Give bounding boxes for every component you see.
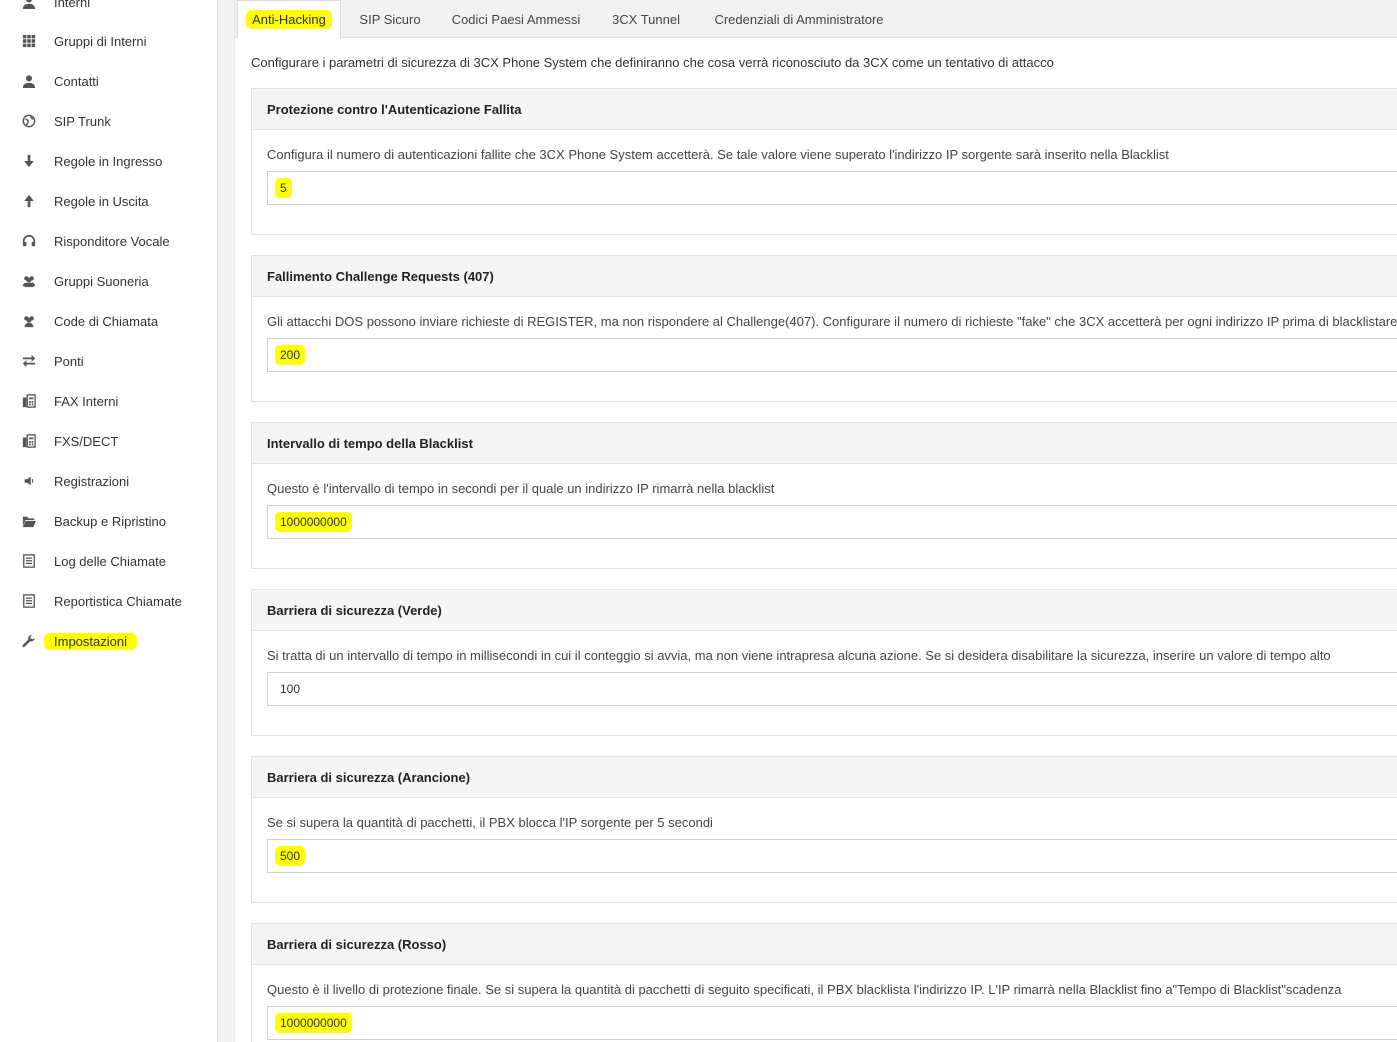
fax-icon (21, 433, 37, 449)
sidebar-item-label: Code di Chiamata (54, 313, 159, 329)
sidebar-item-registrazioni[interactable]: Registrazioni (0, 461, 218, 501)
headset-icon (21, 233, 37, 249)
panel-challenge-requests: Fallimento Challenge Requests (407) Gli … (251, 255, 1397, 402)
panel-description: Questo è il livello di protezione finale… (267, 982, 1342, 997)
user-icon (21, 73, 37, 89)
tab-sip-sicuro[interactable]: SIP Sicuro (343, 0, 437, 38)
sidebar-item-interni[interactable]: Interni (0, 0, 218, 22)
panel-barrier-orange: Barriera di sicurezza (Arancione) Se si … (251, 756, 1397, 903)
panel-description: Configura il numero di autenticazioni fa… (267, 147, 1169, 162)
sidebar-item-regole-uscita[interactable]: Regole in Uscita (0, 181, 218, 221)
sidebar-item-label: Regole in Ingresso (54, 153, 163, 169)
panel-title: Barriera di sicurezza (Arancione) (252, 757, 1397, 798)
tab-anti-hacking[interactable]: Anti-Hacking (237, 0, 341, 39)
sidebar-item-label: Contatti (54, 73, 99, 89)
tab-codici-paesi[interactable]: Codici Paesi Ammessi (441, 0, 591, 38)
panel-description: Questo è l'intervallo di tempo in second… (267, 481, 775, 496)
sidebar-item-label: Regole in Uscita (54, 193, 149, 209)
tab-3cx-tunnel[interactable]: 3CX Tunnel (603, 0, 689, 38)
intro-text: Configurare i parametri di sicurezza di … (251, 55, 1054, 70)
panel-title: Protezione contro l'Autenticazione Falli… (252, 89, 1397, 130)
main-content: Anti-Hacking SIP Sicuro Codici Paesi Amm… (234, 0, 1397, 1042)
panel-auth-fallita: Protezione contro l'Autenticazione Falli… (251, 88, 1397, 235)
sidebar-item-contatti[interactable]: Contatti (0, 61, 218, 101)
challenge-requests-input[interactable]: 200 (267, 338, 1397, 372)
sidebar-item-label: Interni (54, 0, 91, 10)
input-value: 1000000000 (275, 1013, 352, 1033)
sidebar-item-label: SIP Trunk (54, 113, 111, 129)
sidebar-item-code-chiamata[interactable]: Code di Chiamata (0, 301, 218, 341)
grid-icon (21, 33, 37, 49)
sidebar-item-label: Ponti (54, 353, 84, 369)
sidebar-item-fax-interni[interactable]: FAX Interni (0, 381, 218, 421)
sidebar-item-gruppi-interni[interactable]: Gruppi di Interni (0, 21, 218, 61)
speaker-icon (21, 473, 37, 489)
panel-blacklist-interval: Intervallo di tempo della Blacklist Ques… (251, 422, 1397, 569)
auth-failures-input[interactable]: 5 (267, 171, 1397, 205)
fax-icon (21, 393, 37, 409)
panel-title: Intervallo di tempo della Blacklist (252, 423, 1397, 464)
panel-title: Fallimento Challenge Requests (407) (252, 256, 1397, 297)
sidebar-item-fxs-dect[interactable]: FXS/DECT (0, 421, 218, 461)
users-icon (21, 273, 37, 289)
barrier-orange-input[interactable]: 500 (267, 839, 1397, 873)
sidebar-item-label: Log delle Chiamate (54, 553, 167, 569)
list-icon (21, 553, 37, 569)
sidebar-item-backup-ripristino[interactable]: Backup e Ripristino (0, 501, 218, 541)
users-icon (21, 313, 37, 329)
list-icon (21, 593, 37, 609)
barrier-red-input[interactable]: 1000000000 (267, 1006, 1397, 1040)
folder-icon (21, 513, 37, 529)
sidebar-item-regole-ingresso[interactable]: Regole in Ingresso (0, 141, 218, 181)
sidebar-item-label: FAX Interni (54, 393, 119, 409)
sidebar: Interni Gruppi di Interni Contatti SIP T… (0, 0, 218, 1042)
sidebar-item-label: Backup e Ripristino (54, 513, 166, 529)
input-value: 1000000000 (275, 512, 352, 532)
sidebar-item-gruppi-suoneria[interactable]: Gruppi Suoneria (0, 261, 218, 301)
sidebar-item-label: Impostazioni (44, 632, 137, 650)
exchange-icon (21, 353, 37, 369)
arrow-up-icon (21, 193, 37, 209)
user-icon (21, 0, 37, 10)
input-value: 200 (275, 345, 306, 365)
input-value: 100 (280, 682, 301, 696)
sidebar-item-ponti[interactable]: Ponti (0, 341, 218, 381)
globe-icon (21, 113, 37, 129)
panel-description: Se si supera la quantità di pacchetti, i… (267, 815, 713, 830)
tab-credenziali-amministratore[interactable]: Credenziali di Amministratore (701, 0, 897, 38)
sidebar-item-reportistica-chiamate[interactable]: Reportistica Chiamate (0, 581, 218, 621)
sidebar-item-label: FXS/DECT (54, 433, 119, 449)
input-value: 5 (275, 178, 292, 198)
sidebar-item-label: Risponditore Vocale (54, 233, 170, 249)
arrow-down-icon (21, 153, 37, 169)
sidebar-item-label: Gruppi di Interni (54, 33, 147, 49)
barrier-green-input[interactable]: 100 (267, 672, 1397, 706)
wrench-icon (21, 633, 37, 649)
panel-description: Gli attacchi DOS possono inviare richies… (267, 314, 1397, 329)
panel-barrier-red: Barriera di sicurezza (Rosso) Questo è i… (251, 923, 1397, 1042)
sidebar-item-impostazioni[interactable]: Impostazioni (0, 621, 218, 661)
sidebar-item-label: Registrazioni (54, 473, 130, 489)
sidebar-item-log-chiamate[interactable]: Log delle Chiamate (0, 541, 218, 581)
blacklist-interval-input[interactable]: 1000000000 (267, 505, 1397, 539)
sidebar-item-sip-trunk[interactable]: SIP Trunk (0, 101, 218, 141)
panel-description: Si tratta di un intervallo di tempo in m… (267, 648, 1331, 663)
panel-title: Barriera di sicurezza (Rosso) (252, 924, 1397, 965)
sidebar-item-risponditore-vocale[interactable]: Risponditore Vocale (0, 221, 218, 261)
tab-bar: Anti-Hacking SIP Sicuro Codici Paesi Amm… (235, 0, 1397, 39)
panel-title: Barriera di sicurezza (Verde) (252, 590, 1397, 631)
input-value: 500 (275, 846, 306, 866)
sidebar-item-label: Gruppi Suoneria (54, 273, 149, 289)
sidebar-item-label: Reportistica Chiamate (54, 593, 182, 609)
panel-barrier-green: Barriera di sicurezza (Verde) Si tratta … (251, 589, 1397, 736)
